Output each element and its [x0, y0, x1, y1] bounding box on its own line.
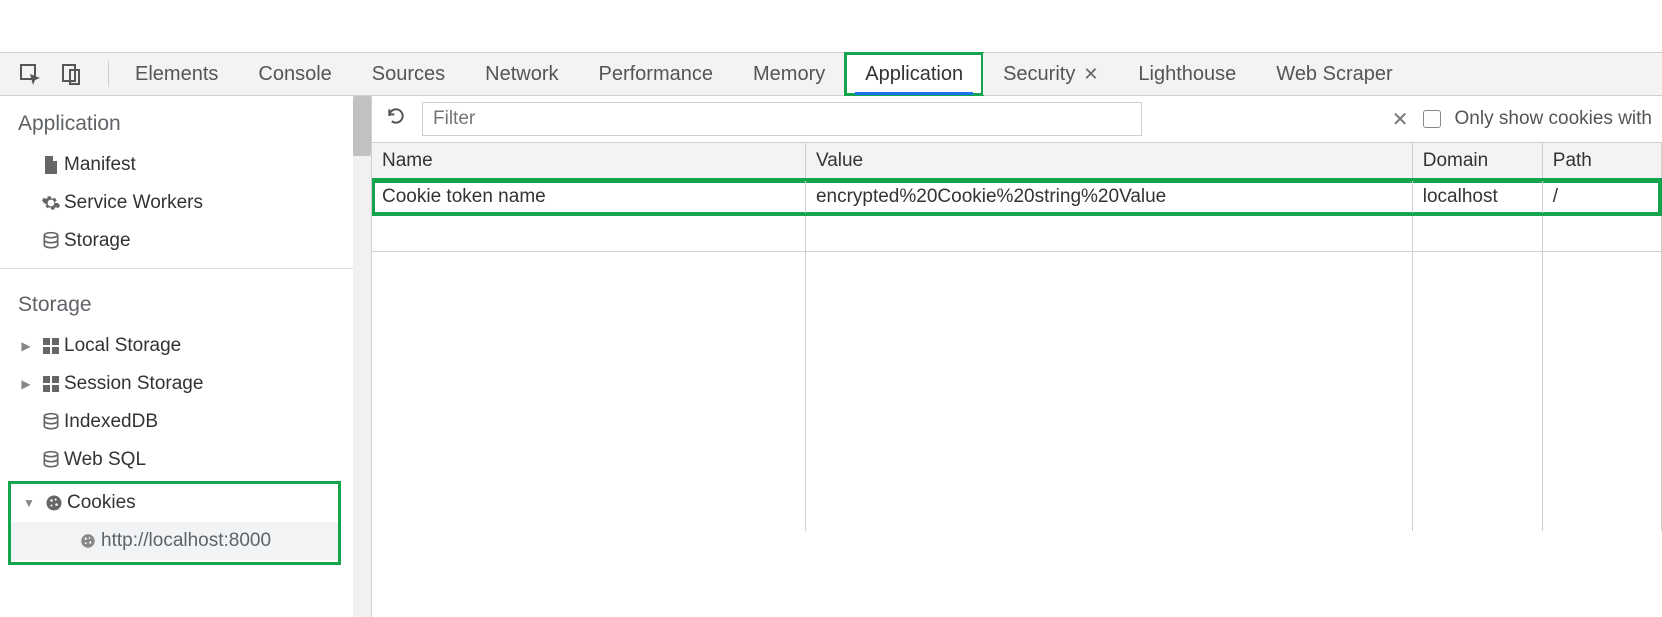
tab-lighthouse[interactable]: Lighthouse — [1118, 53, 1256, 95]
cookies-table-wrap: Name Value Domain Path Cookie token name… — [372, 143, 1662, 617]
sidebar-item-local-storage[interactable]: ▶ Local Storage — [0, 327, 371, 365]
cookies-pane: ✕ Only show cookies with Name Value Doma… — [372, 96, 1662, 617]
sidebar-item-label: Web SQL — [64, 449, 146, 471]
tab-web-scraper[interactable]: Web Scraper — [1256, 53, 1412, 95]
gear-icon — [38, 193, 64, 213]
file-icon — [38, 155, 64, 175]
database-icon — [38, 231, 64, 251]
col-path[interactable]: Path — [1542, 143, 1661, 179]
cell-name[interactable]: Cookie token name — [372, 179, 805, 215]
separator — [108, 61, 109, 86]
sidebar-item-service-workers[interactable]: ▶ Service Workers — [0, 184, 371, 222]
chevron-right-icon[interactable]: ▶ — [18, 377, 34, 391]
chevron-right-icon[interactable]: ▶ — [18, 339, 34, 353]
reload-icon[interactable] — [382, 104, 410, 134]
table-row[interactable]: Cookie token name encrypted%20Cookie%20s… — [372, 179, 1662, 215]
tab-console[interactable]: Console — [238, 53, 351, 95]
tab-elements[interactable]: Elements — [115, 53, 238, 95]
only-show-label: Only show cookies with — [1455, 108, 1652, 130]
grid-icon — [38, 375, 64, 393]
cell-value[interactable]: encrypted%20Cookie%20string%20Value — [805, 179, 1412, 215]
chevron-down-icon[interactable]: ▼ — [21, 496, 37, 510]
sidebar-item-label: Manifest — [64, 154, 136, 176]
sidebar-item-label: Service Workers — [64, 192, 203, 214]
sidebar-item-web-sql[interactable]: ▶ Web SQL — [0, 441, 371, 479]
application-sidebar: Application ▶ Manifest ▶ Service Workers… — [0, 96, 372, 617]
main-split: Application ▶ Manifest ▶ Service Workers… — [0, 96, 1662, 617]
tab-network[interactable]: Network — [465, 53, 578, 95]
sidebar-item-label: IndexedDB — [64, 411, 158, 433]
sidebar-item-label: Cookies — [67, 492, 136, 514]
sidebar-item-label: Session Storage — [64, 373, 203, 395]
table-empty-area — [372, 251, 1662, 531]
inspect-tools — [0, 53, 102, 95]
tab-sources[interactable]: Sources — [352, 53, 465, 95]
tab-application[interactable]: Application — [845, 53, 983, 95]
database-icon — [38, 412, 64, 432]
sidebar-item-storage-overview[interactable]: ▶ Storage — [0, 222, 371, 260]
grid-icon — [38, 337, 64, 355]
device-toolbar-icon[interactable] — [60, 62, 84, 86]
col-domain[interactable]: Domain — [1412, 143, 1542, 179]
table-row-empty — [372, 215, 1662, 251]
sidebar-item-manifest[interactable]: ▶ Manifest — [0, 146, 371, 184]
cell-domain[interactable]: localhost — [1412, 179, 1542, 215]
sidebar-item-label: Local Storage — [64, 335, 181, 357]
sidebar-item-indexeddb[interactable]: ▶ IndexedDB — [0, 403, 371, 441]
only-show-checkbox[interactable] — [1423, 110, 1441, 128]
tab-security[interactable]: Security ✕ — [983, 53, 1118, 95]
table-header-row: Name Value Domain Path — [372, 143, 1662, 179]
sidebar-item-cookies[interactable]: ▼ Cookies — [11, 484, 338, 522]
col-value[interactable]: Value — [805, 143, 1412, 179]
sidebar-item-session-storage[interactable]: ▶ Session Storage — [0, 365, 371, 403]
section-title-application: Application — [0, 96, 371, 146]
scrollbar-thumb[interactable] — [353, 96, 371, 156]
database-icon — [38, 450, 64, 470]
tab-memory[interactable]: Memory — [733, 53, 845, 95]
divider — [0, 268, 371, 269]
col-name[interactable]: Name — [372, 143, 805, 179]
cookies-table: Name Value Domain Path Cookie token name… — [372, 143, 1662, 531]
filter-input[interactable] — [422, 102, 1142, 136]
devtools-tab-strip: Elements Console Sources Network Perform… — [0, 52, 1662, 96]
cookies-highlight: ▼ Cookies http://localhost:8000 — [8, 481, 341, 565]
sidebar-item-label: http://localhost:8000 — [101, 530, 271, 552]
window-top-spacer — [0, 0, 1662, 52]
tab-performance[interactable]: Performance — [579, 53, 734, 95]
inspect-element-icon[interactable] — [18, 62, 42, 86]
section-title-storage: Storage — [0, 277, 371, 327]
cell-path[interactable]: / — [1542, 179, 1661, 215]
close-icon[interactable]: ✕ — [1083, 64, 1098, 85]
sidebar-item-cookies-origin[interactable]: http://localhost:8000 — [11, 522, 338, 560]
scrollbar-track[interactable] — [353, 96, 371, 617]
sidebar-item-label: Storage — [64, 230, 131, 252]
clear-filter-icon[interactable]: ✕ — [1392, 107, 1409, 132]
cookies-toolbar: ✕ Only show cookies with — [372, 96, 1662, 143]
cookie-icon — [41, 493, 67, 513]
cookie-icon — [75, 532, 101, 550]
